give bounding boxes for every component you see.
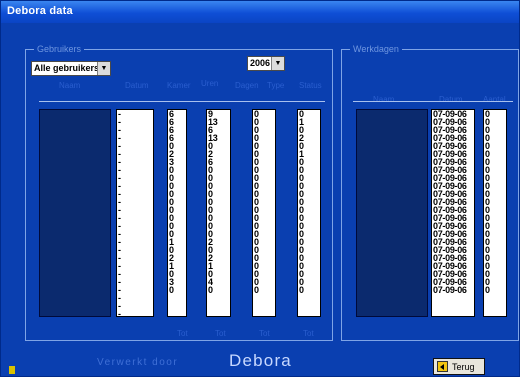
- table-cell: 0: [254, 285, 259, 295]
- workday-names-column[interactable]: [356, 109, 428, 317]
- info-icon: [9, 366, 15, 374]
- table-cell: -: [118, 165, 121, 175]
- column-header: Datum: [439, 95, 463, 104]
- back-arrow-icon: [437, 361, 448, 372]
- workdays-groupbox-legend: Werkdagen: [350, 43, 402, 55]
- table-cell: -: [118, 157, 121, 167]
- column-total: Tot: [177, 329, 188, 338]
- table-cell: 0: [169, 285, 174, 295]
- table-cell: 0: [485, 285, 490, 295]
- table-cell: -: [118, 237, 121, 247]
- table-cell: -: [118, 133, 121, 143]
- value-list: 66660230000000001021030: [168, 110, 186, 295]
- date-list: 07-09-06 07-09-06 07-09-06 07-09-06 07-09-06…: [432, 110, 474, 295]
- user-filter-value: Alle gebruikers: [34, 63, 100, 73]
- table-cell: -: [118, 293, 121, 303]
- table-cell: -: [118, 285, 121, 295]
- value-list: 00000000000000000000000: [253, 110, 275, 295]
- table-cell: -: [118, 181, 121, 191]
- title-bar[interactable]: Debora data: [1, 1, 519, 23]
- value-list: 01020100000000000000000: [298, 110, 320, 295]
- table-cell: -: [118, 269, 121, 279]
- value-column-b[interactable]: 9 13 6 13 0 2 6 0 0 0 0 0 0 0 0 0 2 0 2 1 0 4 0: [206, 109, 231, 317]
- table-cell: 07-09-06: [433, 285, 467, 295]
- column-header: Kamer: [167, 81, 191, 90]
- workday-count-column[interactable]: 00000000000000000000000: [483, 109, 507, 317]
- header-divider: [39, 101, 325, 102]
- debora-data-window: Debora data Gebruikers Alle gebruikers ▼…: [0, 0, 520, 377]
- table-cell: -: [118, 149, 121, 159]
- column-header: Datum: [125, 81, 149, 90]
- column-header: Aantal: [483, 95, 506, 104]
- table-cell: 0: [299, 285, 304, 295]
- table-cell: -: [118, 277, 121, 287]
- back-button[interactable]: Terug: [433, 358, 485, 375]
- table-cell: -: [118, 173, 121, 183]
- column-header: Status: [299, 81, 322, 90]
- footer-brand-name: Debora: [229, 351, 292, 370]
- date-column[interactable]: --------------------------: [116, 109, 154, 317]
- table-cell: -: [118, 221, 121, 231]
- dropdown-arrow-icon[interactable]: ▼: [97, 62, 110, 75]
- column-total: Tot: [259, 329, 270, 338]
- user-filter-dropdown[interactable]: Alle gebruikers ▼: [31, 61, 111, 76]
- table-cell: -: [118, 197, 121, 207]
- table-cell: -: [118, 213, 121, 223]
- table-cell: -: [118, 141, 121, 151]
- year-filter-value: 2006: [250, 58, 271, 68]
- value-column-a[interactable]: 66660230000000001021030: [167, 109, 187, 317]
- dropdown-arrow-icon[interactable]: ▼: [271, 57, 284, 70]
- value-column-d[interactable]: 01020100000000000000000: [297, 109, 321, 317]
- table-cell: -: [118, 253, 121, 263]
- table-cell: -: [118, 205, 121, 215]
- table-cell: -: [118, 125, 121, 135]
- column-header: Naam: [373, 95, 395, 104]
- names-column[interactable]: [39, 109, 111, 317]
- workday-date-column[interactable]: 07-09-06 07-09-06 07-09-06 07-09-06 07-09-06…: [431, 109, 475, 317]
- column-header: Uren: [201, 79, 219, 88]
- footer-caption: Verwerkt door: [97, 357, 179, 368]
- users-groupbox-legend: Gebruikers: [34, 43, 85, 55]
- table-cell: -: [118, 245, 121, 255]
- table-cell: -: [118, 301, 121, 311]
- table-cell: -: [118, 309, 121, 317]
- window-title: Debora data: [7, 5, 73, 17]
- back-button-label: Terug: [452, 362, 475, 372]
- value-column-c[interactable]: 00000000000000000000000: [252, 109, 276, 317]
- column-header: Type: [267, 81, 285, 90]
- table-cell: -: [118, 109, 121, 119]
- table-cell: -: [118, 261, 121, 271]
- date-list: --------------------------: [117, 109, 153, 317]
- value-list: 9 13 6 13 0 2 6 0 0 0 0 0 0 0 0 0 2 0 2 1 0 4 0: [207, 110, 230, 295]
- column-header: Naam: [59, 81, 81, 90]
- column-total: Tot: [215, 329, 226, 338]
- column-header: Dagen: [235, 81, 259, 90]
- header-divider: [353, 101, 513, 102]
- year-filter-dropdown[interactable]: 2006 ▼: [247, 56, 285, 71]
- count-list: 00000000000000000000000: [484, 110, 506, 295]
- table-cell: -: [118, 117, 121, 127]
- table-cell: -: [118, 189, 121, 199]
- table-cell: 0: [208, 285, 213, 295]
- column-total: Tot: [303, 329, 314, 338]
- table-cell: -: [118, 229, 121, 239]
